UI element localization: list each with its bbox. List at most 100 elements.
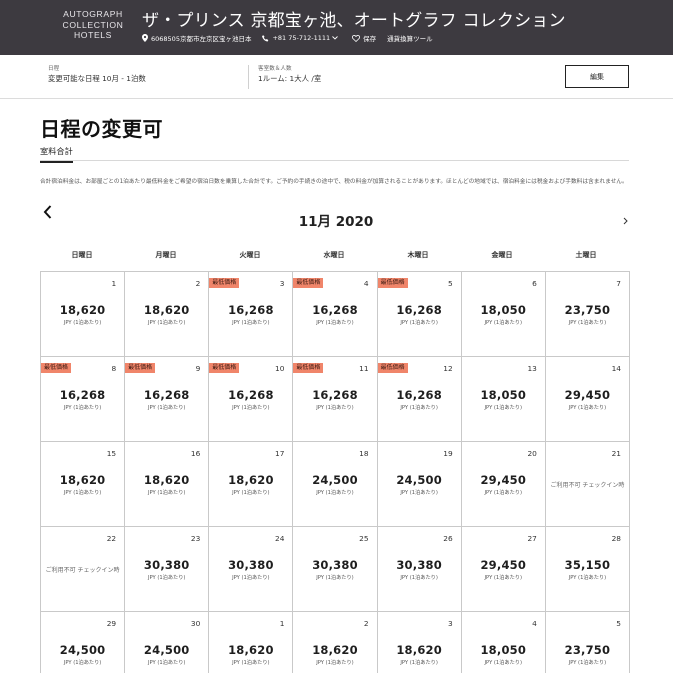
weekday-header: 金曜日 bbox=[491, 251, 513, 259]
day-price: 18,620 bbox=[143, 473, 190, 487]
calendar-day-cell[interactable]: 14 29,450 JPY (1泊あたり) bbox=[545, 357, 630, 442]
calendar-day-cell[interactable]: 4 18,050 JPY (1泊あたり) bbox=[461, 612, 546, 673]
per-night-label: JPY (1泊あたり) bbox=[63, 490, 102, 496]
calendar-day-cell[interactable]: 27 29,450 JPY (1泊あたり) bbox=[461, 527, 546, 612]
calendar-day-cell[interactable]: 17 18,620 JPY (1泊あたり) bbox=[209, 442, 294, 527]
calendar-day-cell[interactable]: 13 18,050 JPY (1泊あたり) bbox=[461, 357, 546, 442]
day-number: 2 bbox=[195, 279, 201, 288]
calendar-day-cell[interactable]: 19 24,500 JPY (1泊あたり) bbox=[377, 442, 462, 527]
date-field[interactable]: 日程 変更可能な日程 10月 - 1泊数 bbox=[48, 65, 146, 85]
day-number: 24 bbox=[275, 534, 285, 543]
per-night-label: JPY (1泊あたり) bbox=[232, 490, 270, 496]
address-link[interactable]: 6068505京都市左京区宝ヶ池日本 bbox=[142, 33, 251, 43]
lowest-price-badge: 最低価格 bbox=[377, 278, 408, 288]
per-night-label: JPY (1泊あたり) bbox=[400, 660, 438, 666]
calendar-day-cell[interactable]: 18 24,500 JPY (1泊あたり) bbox=[293, 442, 378, 527]
calendar-day-cell[interactable]: 1 18,620 JPY (1泊あたり) bbox=[41, 272, 126, 357]
phone-text: +81 75-712-1111 bbox=[272, 34, 331, 42]
calendar-day-cell[interactable]: 2 18,620 JPY (1泊あたり) bbox=[125, 272, 210, 357]
per-night-label: JPY (1泊あたり) bbox=[232, 660, 270, 666]
day-number: 5 bbox=[616, 619, 621, 628]
month-label: 11月 2020 bbox=[298, 214, 374, 230]
day-number: 22 bbox=[106, 534, 117, 543]
lowest-price-badge: 最低価格 bbox=[293, 278, 324, 288]
day-price: 18,050 bbox=[480, 303, 527, 317]
calendar-day-cell[interactable]: 2 18,620 JPY (1泊あたり) bbox=[293, 612, 378, 673]
previous-month-button[interactable] bbox=[40, 204, 54, 220]
weekday-header: 土曜日 bbox=[575, 251, 597, 259]
calendar-day-cell[interactable]: 7 23,750 JPY (1泊あたり) bbox=[545, 272, 630, 357]
unavailable-label: ご利用不可 チェックイン時 bbox=[45, 567, 120, 574]
day-price: 35,150 bbox=[564, 558, 611, 572]
rate-note: 合計宿泊料金は、お部屋ごとの1泊あたり最低料金をご希望の宿泊日数を乗算した合計で… bbox=[40, 179, 628, 185]
next-month-button[interactable] bbox=[620, 215, 630, 227]
location-pin-icon bbox=[142, 34, 148, 42]
day-number: 12 bbox=[443, 364, 453, 373]
day-price: 18,620 bbox=[396, 643, 442, 657]
calendar-day-cell[interactable]: 最低価格 4 16,268 JPY (1泊あたり) bbox=[293, 272, 378, 357]
address-text: 6068505京都市左京区宝ヶ池日本 bbox=[151, 35, 252, 43]
lowest-price-badge: 最低価格 bbox=[209, 278, 240, 288]
calendar-day-cell[interactable]: 22 ご利用不可 チェックイン時 bbox=[41, 527, 126, 612]
day-price: 18,050 bbox=[480, 643, 527, 657]
calendar-day-cell[interactable]: 15 18,620 JPY (1泊あたり) bbox=[41, 442, 126, 527]
per-night-label: JPY (1泊あたり) bbox=[232, 575, 270, 581]
calendar-day-cell[interactable]: 16 18,620 JPY (1泊あたり) bbox=[125, 442, 210, 527]
weekday-header: 日曜日 bbox=[71, 251, 93, 259]
per-night-label: JPY (1泊あたり) bbox=[232, 405, 270, 411]
day-price: 16,268 bbox=[143, 388, 190, 402]
day-price: 30,380 bbox=[228, 558, 274, 572]
save-hotel-button[interactable]: 保存 bbox=[352, 33, 376, 43]
phone-link[interactable]: +81 75-712-1111 bbox=[262, 34, 341, 42]
day-price: 18,620 bbox=[59, 473, 106, 487]
calendar-day-cell[interactable]: 5 23,750 JPY (1泊あたり) bbox=[545, 612, 630, 673]
day-price: 29,450 bbox=[564, 388, 611, 402]
calendar-day-cell[interactable]: 最低価格 12 16,268 JPY (1泊あたり) bbox=[377, 357, 462, 442]
currency-converter-link[interactable]: 通貨換算ツール bbox=[387, 33, 433, 43]
per-night-label: JPY (1泊あたり) bbox=[147, 660, 186, 666]
calendar-day-cell[interactable]: 最低価格 11 16,268 JPY (1泊あたり) bbox=[293, 357, 378, 442]
day-price: 16,268 bbox=[228, 388, 274, 402]
calendar-day-cell[interactable]: 30 24,500 JPY (1泊あたり) bbox=[125, 612, 210, 673]
day-number: 14 bbox=[611, 364, 621, 373]
hotel-name[interactable]: ザ・プリンス 京都宝ヶ池、オートグラフ コレクション bbox=[142, 6, 566, 31]
guests-value: 1ルーム: 1大人 /室 bbox=[258, 74, 322, 83]
calendar-day-cell[interactable]: 6 18,050 JPY (1泊あたり) bbox=[461, 272, 546, 357]
calendar-day-cell[interactable]: 1 18,620 JPY (1泊あたり) bbox=[209, 612, 294, 673]
calendar-day-cell[interactable]: 28 35,150 JPY (1泊あたり) bbox=[545, 527, 630, 612]
day-number: 4 bbox=[532, 619, 537, 628]
day-price: 16,268 bbox=[228, 303, 274, 317]
calendar-day-cell[interactable]: 最低価格 10 16,268 JPY (1泊あたり) bbox=[209, 357, 294, 442]
field-divider bbox=[248, 65, 249, 89]
day-price: 18,620 bbox=[59, 303, 106, 317]
guests-label: 客室数＆人数 bbox=[258, 66, 292, 72]
calendar-day-cell[interactable]: 29 24,500 JPY (1泊あたり) bbox=[41, 612, 126, 673]
calendar-day-cell[interactable]: 最低価格 9 16,268 JPY (1泊あたり) bbox=[125, 357, 210, 442]
day-price: 16,268 bbox=[396, 303, 442, 317]
calendar-day-cell[interactable]: 21 ご利用不可 チェックイン時 bbox=[545, 442, 630, 527]
autograph-collection-logo[interactable]: AUTOGRAPH COLLECTION HOTELS bbox=[58, 9, 128, 41]
calendar-day-cell[interactable]: 最低価格 3 16,268 JPY (1泊あたり) bbox=[209, 272, 294, 357]
day-price: 30,380 bbox=[143, 558, 190, 572]
calendar-day-cell[interactable]: 25 30,380 JPY (1泊あたり) bbox=[293, 527, 378, 612]
phone-icon bbox=[262, 34, 269, 41]
day-number: 21 bbox=[611, 449, 621, 458]
calendar-day-cell[interactable]: 24 30,380 JPY (1泊あたり) bbox=[209, 527, 294, 612]
calendar-day-cell[interactable]: 20 29,450 JPY (1泊あたり) bbox=[461, 442, 546, 527]
per-night-label: JPY (1泊あたり) bbox=[316, 405, 354, 411]
unavailable-label: ご利用不可 チェックイン時 bbox=[550, 482, 625, 489]
calendar-day-cell[interactable]: 最低価格 5 16,268 JPY (1泊あたり) bbox=[377, 272, 462, 357]
calendar-day-cell[interactable]: 最低価格 8 16,268 JPY (1泊あたり) bbox=[41, 357, 126, 442]
day-price: 18,620 bbox=[228, 643, 274, 657]
calendar-day-cell[interactable]: 23 30,380 JPY (1泊あたり) bbox=[125, 527, 210, 612]
weekday-header: 木曜日 bbox=[407, 251, 429, 259]
day-number: 20 bbox=[527, 449, 537, 458]
calendar-day-cell[interactable]: 26 30,380 JPY (1泊あたり) bbox=[377, 527, 462, 612]
guests-field[interactable]: 客室数＆人数 1ルーム: 1大人 /室 bbox=[258, 65, 321, 85]
calendar-day-cell[interactable]: 3 18,620 JPY (1泊あたり) bbox=[377, 612, 462, 673]
header-links: 6068505京都市左京区宝ヶ池日本 +81 75-712-1111 保存 通貨… bbox=[142, 32, 444, 44]
lowest-price-badge: 最低価格 bbox=[293, 363, 324, 373]
weekday-header: 火曜日 bbox=[239, 251, 261, 259]
day-number: 25 bbox=[359, 534, 369, 543]
edit-button[interactable]: 編集 bbox=[565, 65, 629, 88]
